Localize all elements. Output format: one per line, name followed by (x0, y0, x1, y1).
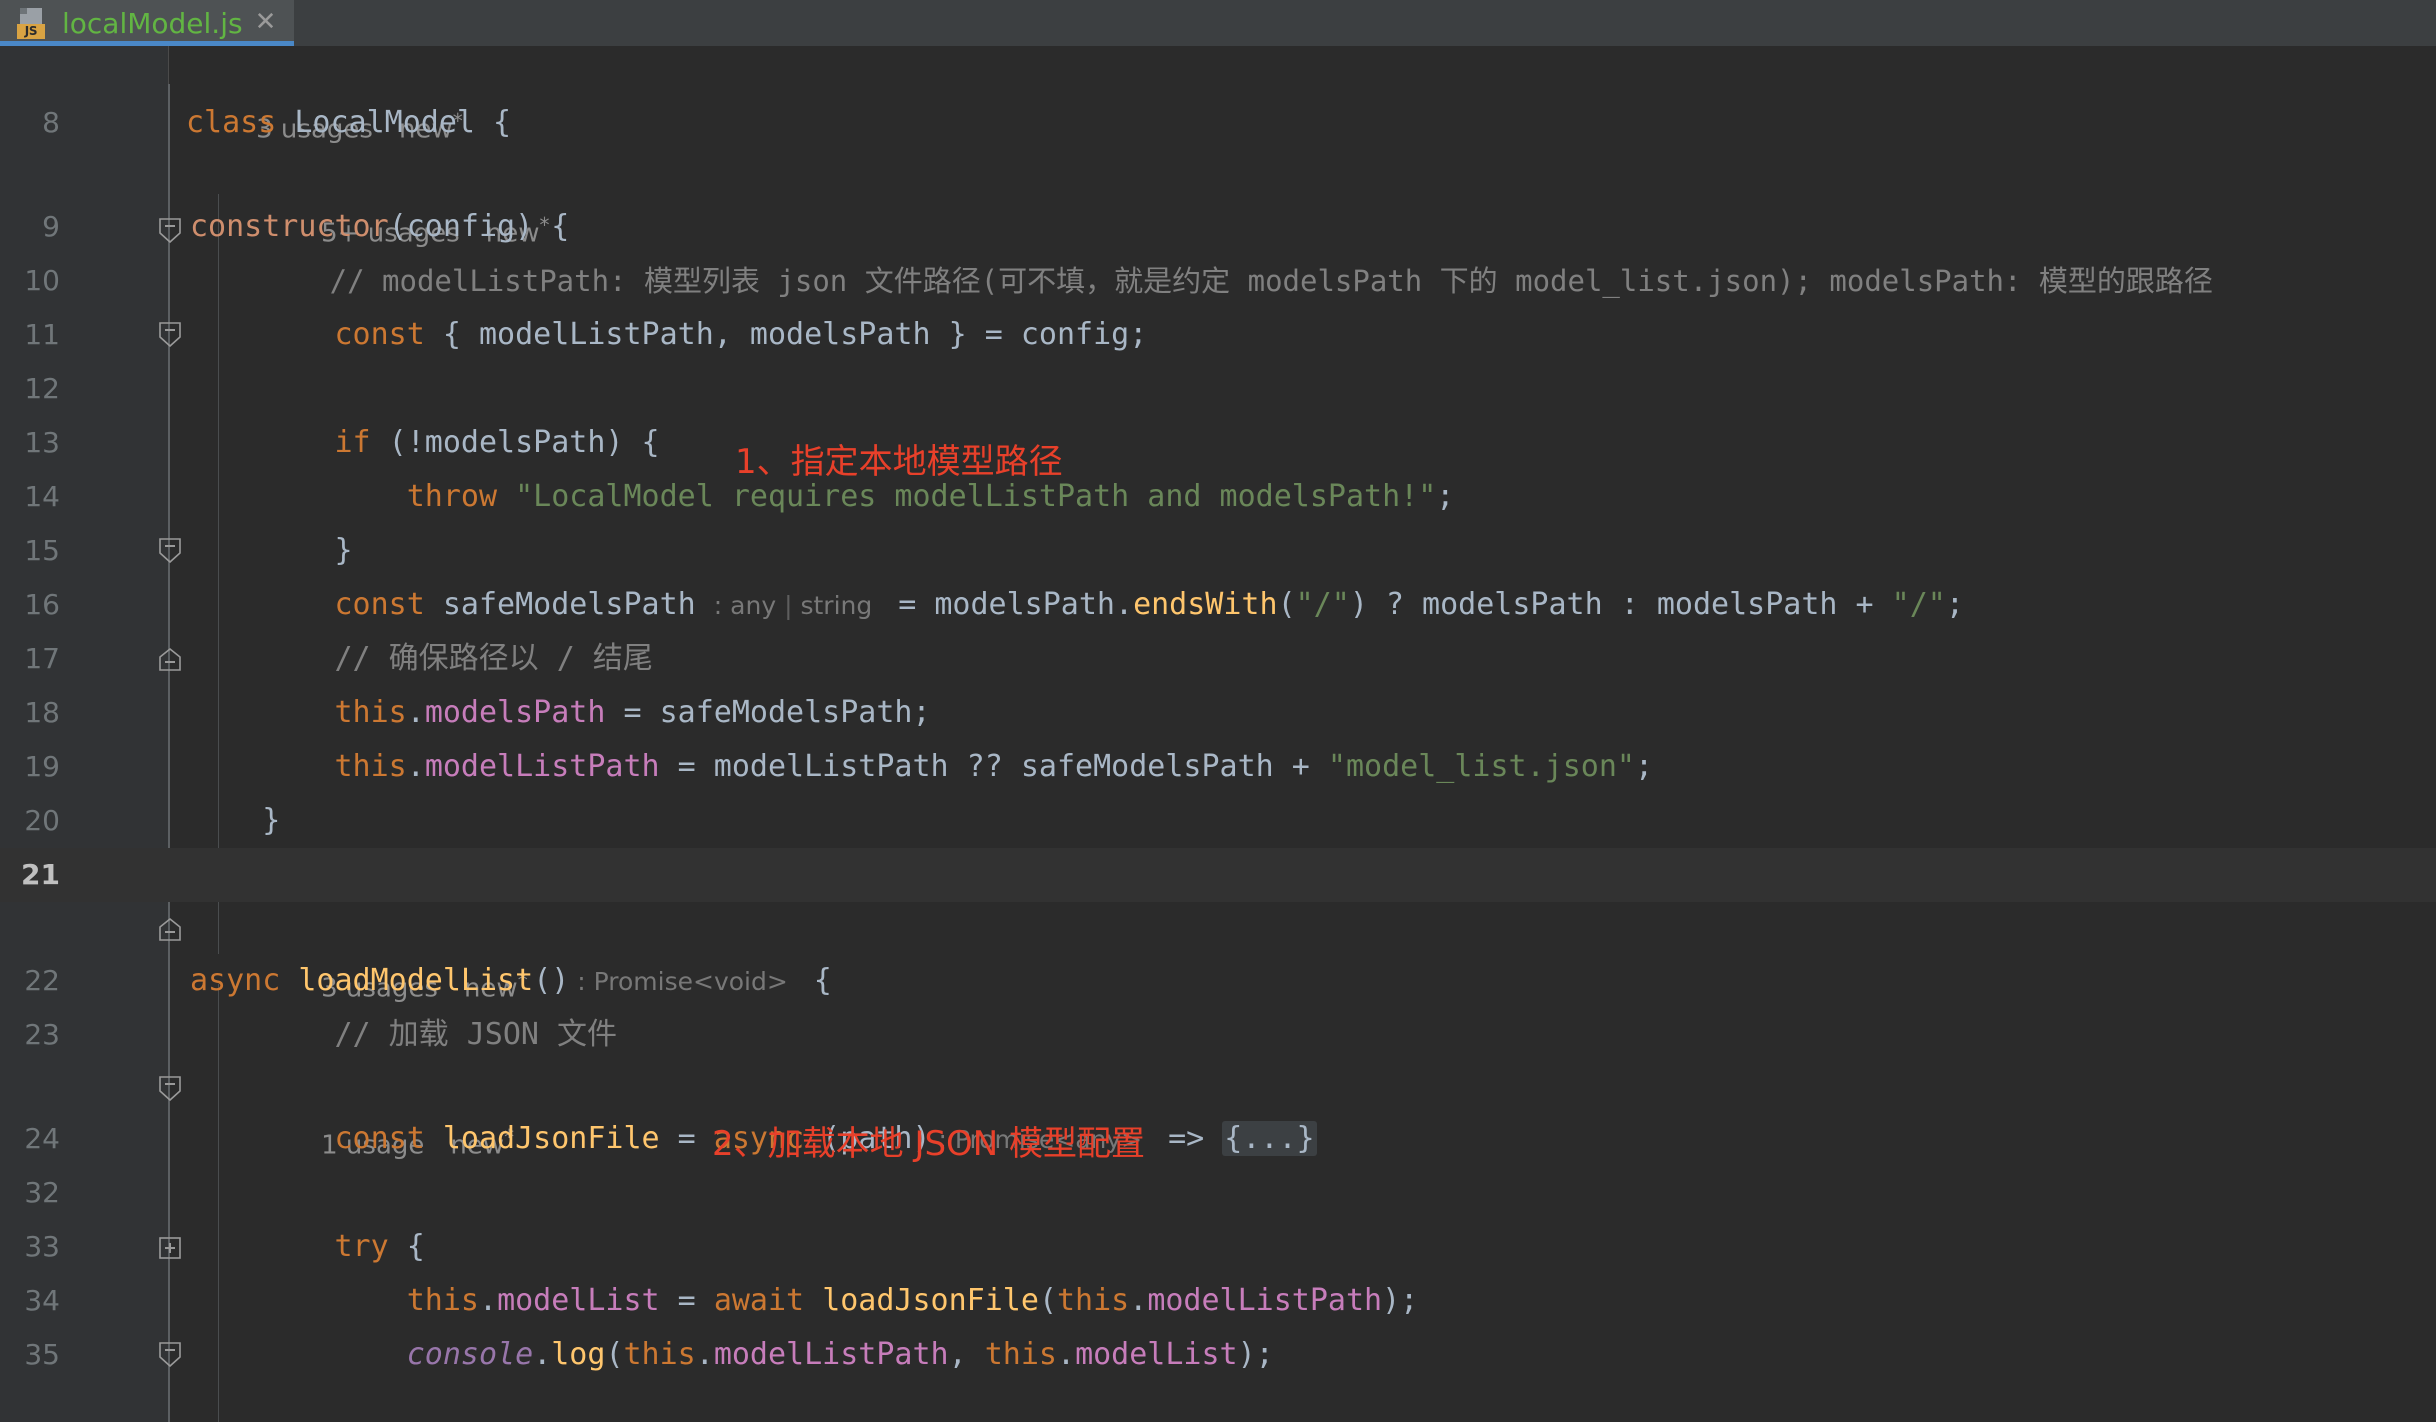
line-number: 32 (24, 1176, 60, 1209)
code-line-33[interactable]: 33 try { (0, 1220, 2436, 1368)
line-number: 19 (24, 750, 60, 783)
code-line-22[interactable]: 22 async loadModelList() : Promise<void>… (0, 954, 2436, 1102)
javascript-file-icon: JS (16, 6, 50, 40)
code-line-11[interactable]: 11 const { modelListPath, modelsPath } =… (0, 308, 2436, 362)
line-number: 15 (24, 534, 60, 567)
code-text: const safeModelsPath : any | string = mo… (334, 587, 1964, 622)
fold-collapse-icon[interactable] (158, 430, 181, 564)
fold-collapse-icon[interactable] (158, 1234, 181, 1368)
code-line-19[interactable]: 19 this.modelListPath = modelListPath ??… (0, 740, 2436, 794)
editor-tab-bar: JS localModel.js ✕ (0, 0, 2436, 46)
tab-title: localModel.js (62, 6, 243, 40)
fold-end-icon[interactable] (158, 810, 181, 941)
inlay-type-hint: : any | string (713, 591, 881, 620)
code-hint-row: 3 usages new* (0, 902, 2436, 1004)
code-line-16[interactable]: 16 const safeModelsPath : any | string =… (0, 578, 2436, 632)
line-number: 10 (24, 264, 60, 297)
js-badge-label: JS (17, 24, 45, 39)
code-hint-row: 5+ usages new* (0, 150, 2436, 249)
line-number: 22 (24, 964, 60, 997)
code-line-10[interactable]: 10 // modelListPath: 模型列表 json 文件路径(可不填，… (0, 254, 2436, 308)
line-number: 9 (42, 210, 60, 243)
code-text: async loadModelList() : Promise<void> { (190, 963, 832, 998)
code-text: } (190, 803, 281, 838)
line-number: 8 (42, 106, 60, 139)
code-line-35[interactable]: 35 console.log(this.modelListPath, this.… (0, 1328, 2436, 1382)
code-line-34[interactable]: 34 this.modelList = await loadJsonFile(t… (0, 1274, 2436, 1328)
code-text: const { modelListPath, modelsPath } = co… (334, 317, 1148, 352)
code-line-24[interactable]: 24 const loadJsonFile = async (path) : P… (0, 1112, 2436, 1259)
line-number: 13 (24, 426, 60, 459)
code-text: constructor(config) { (190, 209, 570, 244)
code-editor[interactable]: 3 usages new* 8 class LocalModel { 5+ usa… (0, 46, 2436, 1422)
code-text: this.modelListPath = modelListPath ?? sa… (334, 749, 1654, 784)
code-line-32[interactable]: 32 (0, 1166, 2436, 1220)
fold-collapse-icon[interactable] (158, 968, 181, 1102)
code-lines: 3 usages new* 8 class LocalModel { 5+ usa… (0, 46, 2436, 1382)
code-line-12[interactable]: 12 (0, 362, 2436, 416)
line-number: 14 (24, 480, 60, 513)
line-number: 24 (24, 1122, 60, 1155)
code-text: this.modelList = await loadJsonFile(this… (406, 1283, 1419, 1318)
code-line-18[interactable]: 18 this.modelsPath = safeModelsPath; (0, 686, 2436, 740)
code-text: this.modelsPath = safeModelsPath; (334, 695, 931, 730)
code-line-20[interactable]: 20 } (0, 794, 2436, 941)
code-line-17[interactable]: 17 // 确保路径以 / 结尾 (0, 632, 2436, 686)
code-line-15[interactable]: 15 } (0, 524, 2436, 671)
code-text: console.log(this.modelListPath, this.mod… (406, 1337, 1274, 1372)
fold-end-icon[interactable] (158, 540, 181, 671)
line-number: 34 (24, 1284, 60, 1317)
line-number: 16 (24, 588, 60, 621)
fold-collapse-icon[interactable] (158, 110, 181, 244)
line-number: 20 (24, 804, 60, 837)
tab-localModel-js[interactable]: JS localModel.js ✕ (0, 0, 295, 46)
line-number: 35 (24, 1338, 60, 1371)
fold-collapse-icon[interactable] (158, 214, 181, 348)
code-line-13[interactable]: 13 if (!modelsPath) { (0, 416, 2436, 564)
code-line-23[interactable]: 23 // 加载 JSON 文件 (0, 1008, 2436, 1062)
line-number: 33 (24, 1230, 60, 1263)
inlay-type-hint: : Promise<void> (569, 967, 796, 996)
code-text: class LocalModel { (186, 105, 512, 140)
code-line-14[interactable]: 14 throw "LocalModel requires modelListP… (0, 470, 2436, 524)
line-number: 17 (24, 642, 60, 675)
fold-expand-icon[interactable] (158, 1128, 181, 1259)
code-text: try { (334, 1229, 425, 1264)
code-line-8[interactable]: 8 class LocalModel { (0, 96, 2436, 244)
close-icon[interactable]: ✕ (255, 9, 277, 38)
line-number: 18 (24, 696, 60, 729)
code-hint-row: 1 usage new* (0, 1062, 2436, 1161)
annotation-1: 1、指定本地模型路径 (735, 442, 1063, 482)
line-number: 11 (24, 318, 60, 351)
line-number: 21 (21, 858, 60, 891)
code-text: // modelListPath: 模型列表 json 文件路径(可不填，就是约… (190, 264, 2213, 298)
code-line-9[interactable]: 9 constructor(config) { (0, 200, 2436, 348)
line-number: 23 (24, 1018, 60, 1051)
code-line-21[interactable]: 21 (0, 848, 2436, 902)
collapsed-block[interactable]: {...} (1222, 1121, 1317, 1156)
code-text: } (190, 533, 353, 568)
annotation-2: 2、加载本地 JSON 模型配置 (712, 1124, 1146, 1164)
code-hint-row: 3 usages new* (0, 46, 2436, 145)
line-number: 12 (24, 372, 60, 405)
